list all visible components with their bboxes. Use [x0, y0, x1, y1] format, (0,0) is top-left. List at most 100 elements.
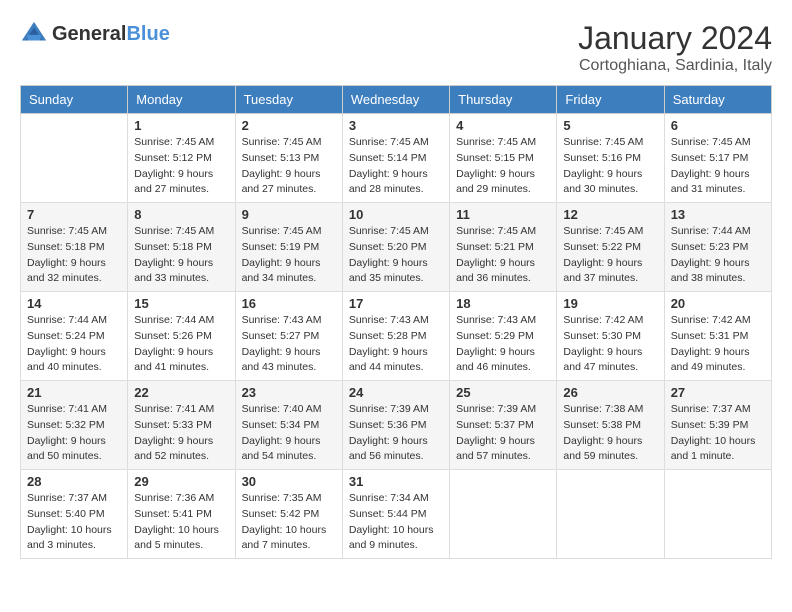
- day-number: 30: [242, 474, 336, 489]
- header-day-thursday: Thursday: [450, 86, 557, 114]
- day-info: Sunrise: 7:36 AMSunset: 5:41 PMDaylight:…: [134, 491, 228, 554]
- day-info: Sunrise: 7:45 AMSunset: 5:14 PMDaylight:…: [349, 135, 443, 198]
- day-info: Sunrise: 7:45 AMSunset: 5:20 PMDaylight:…: [349, 224, 443, 287]
- day-number: 5: [563, 118, 657, 133]
- day-number: 14: [27, 296, 121, 311]
- page-header: GeneralBlue January 2024 Cortoghiana, Sa…: [20, 20, 772, 75]
- day-number: 13: [671, 207, 765, 222]
- calendar-cell: [664, 470, 771, 559]
- week-row-4: 28 Sunrise: 7:37 AMSunset: 5:40 PMDayligh…: [21, 470, 772, 559]
- calendar-cell: 28 Sunrise: 7:37 AMSunset: 5:40 PMDayligh…: [21, 470, 128, 559]
- day-info: Sunrise: 7:42 AMSunset: 5:30 PMDaylight:…: [563, 313, 657, 376]
- day-info: Sunrise: 7:45 AMSunset: 5:16 PMDaylight:…: [563, 135, 657, 198]
- day-info: Sunrise: 7:45 AMSunset: 5:13 PMDaylight:…: [242, 135, 336, 198]
- calendar-cell: 7 Sunrise: 7:45 AMSunset: 5:18 PMDaylight…: [21, 203, 128, 292]
- logo-blue-text: Blue: [126, 23, 169, 45]
- header-day-friday: Friday: [557, 86, 664, 114]
- calendar-cell: 18Sunrise: 7:43 AMSunset: 5:29 PMDayligh…: [450, 292, 557, 381]
- calendar-cell: 14 Sunrise: 7:44 AMSunset: 5:24 PMDayligh…: [21, 292, 128, 381]
- calendar-cell: 20 Sunrise: 7:42 AMSunset: 5:31 PMDayligh…: [664, 292, 771, 381]
- calendar-cell: 15 Sunrise: 7:44 AMSunset: 5:26 PMDayligh…: [128, 292, 235, 381]
- logo-general-text: General: [52, 23, 126, 45]
- day-info: Sunrise: 7:45 AMSunset: 5:22 PMDaylight:…: [563, 224, 657, 287]
- calendar-cell: 4 Sunrise: 7:45 AMSunset: 5:15 PMDaylight…: [450, 114, 557, 203]
- day-number: 29: [134, 474, 228, 489]
- calendar-cell: 8 Sunrise: 7:45 AMSunset: 5:18 PMDaylight…: [128, 203, 235, 292]
- day-info: Sunrise: 7:44 AMSunset: 5:24 PMDaylight:…: [27, 313, 121, 376]
- day-info: Sunrise: 7:39 AMSunset: 5:36 PMDaylight:…: [349, 402, 443, 465]
- day-info: Sunrise: 7:38 AMSunset: 5:38 PMDaylight:…: [563, 402, 657, 465]
- day-number: 16: [242, 296, 336, 311]
- day-info: Sunrise: 7:45 AMSunset: 5:18 PMDaylight:…: [134, 224, 228, 287]
- day-number: 1: [134, 118, 228, 133]
- logo-icon: [20, 20, 48, 48]
- calendar-cell: 17 Sunrise: 7:43 AMSunset: 5:28 PMDayligh…: [342, 292, 449, 381]
- calendar-header: SundayMondayTuesdayWednesdayThursdayFrid…: [21, 86, 772, 114]
- day-number: 11: [456, 207, 550, 222]
- day-number: 19: [563, 296, 657, 311]
- calendar-cell: [21, 114, 128, 203]
- calendar-cell: 12 Sunrise: 7:45 AMSunset: 5:22 PMDayligh…: [557, 203, 664, 292]
- day-number: 15: [134, 296, 228, 311]
- day-number: 7: [27, 207, 121, 222]
- day-number: 28: [27, 474, 121, 489]
- day-number: 17: [349, 296, 443, 311]
- day-number: 26: [563, 385, 657, 400]
- calendar-cell: [450, 470, 557, 559]
- day-number: 27: [671, 385, 765, 400]
- day-info: Sunrise: 7:44 AMSunset: 5:26 PMDaylight:…: [134, 313, 228, 376]
- calendar-cell: 31 Sunrise: 7:34 AMSunset: 5:44 PMDayligh…: [342, 470, 449, 559]
- day-info: Sunrise: 7:45 AMSunset: 5:15 PMDaylight:…: [456, 135, 550, 198]
- day-number: 12: [563, 207, 657, 222]
- calendar-cell: 26 Sunrise: 7:38 AMSunset: 5:38 PMDayligh…: [557, 381, 664, 470]
- calendar-cell: 9 Sunrise: 7:45 AMSunset: 5:19 PMDaylight…: [235, 203, 342, 292]
- day-number: 20: [671, 296, 765, 311]
- day-number: 31: [349, 474, 443, 489]
- calendar-cell: 27Sunrise: 7:37 AMSunset: 5:39 PMDayligh…: [664, 381, 771, 470]
- calendar-cell: 16 Sunrise: 7:43 AMSunset: 5:27 PMDayligh…: [235, 292, 342, 381]
- day-info: Sunrise: 7:45 AMSunset: 5:18 PMDaylight:…: [27, 224, 121, 287]
- day-info: Sunrise: 7:39 AMSunset: 5:37 PMDaylight:…: [456, 402, 550, 465]
- day-info: Sunrise: 7:42 AMSunset: 5:31 PMDaylight:…: [671, 313, 765, 376]
- day-info: Sunrise: 7:40 AMSunset: 5:34 PMDaylight:…: [242, 402, 336, 465]
- day-number: 21: [27, 385, 121, 400]
- day-info: Sunrise: 7:45 AMSunset: 5:21 PMDaylight:…: [456, 224, 550, 287]
- week-row-3: 21 Sunrise: 7:41 AMSunset: 5:32 PMDayligh…: [21, 381, 772, 470]
- header-day-monday: Monday: [128, 86, 235, 114]
- day-info: Sunrise: 7:45 AMSunset: 5:19 PMDaylight:…: [242, 224, 336, 287]
- day-number: 4: [456, 118, 550, 133]
- day-info: Sunrise: 7:43 AMSunset: 5:28 PMDaylight:…: [349, 313, 443, 376]
- calendar-cell: 3Sunrise: 7:45 AMSunset: 5:14 PMDaylight…: [342, 114, 449, 203]
- month-title: January 2024: [578, 20, 772, 57]
- calendar-cell: 10Sunrise: 7:45 AMSunset: 5:20 PMDayligh…: [342, 203, 449, 292]
- calendar-cell: 13Sunrise: 7:44 AMSunset: 5:23 PMDayligh…: [664, 203, 771, 292]
- day-number: 25: [456, 385, 550, 400]
- day-info: Sunrise: 7:43 AMSunset: 5:27 PMDaylight:…: [242, 313, 336, 376]
- day-number: 8: [134, 207, 228, 222]
- calendar-table: SundayMondayTuesdayWednesdayThursdayFrid…: [20, 85, 772, 559]
- day-info: Sunrise: 7:37 AMSunset: 5:40 PMDaylight:…: [27, 491, 121, 554]
- calendar-cell: 25 Sunrise: 7:39 AMSunset: 5:37 PMDayligh…: [450, 381, 557, 470]
- day-number: 22: [134, 385, 228, 400]
- location-subtitle: Cortoghiana, Sardinia, Italy: [578, 57, 772, 75]
- day-number: 24: [349, 385, 443, 400]
- week-row-1: 7 Sunrise: 7:45 AMSunset: 5:18 PMDaylight…: [21, 203, 772, 292]
- calendar-cell: 1Sunrise: 7:45 AMSunset: 5:12 PMDaylight…: [128, 114, 235, 203]
- header-day-tuesday: Tuesday: [235, 86, 342, 114]
- calendar-cell: 23 Sunrise: 7:40 AMSunset: 5:34 PMDayligh…: [235, 381, 342, 470]
- day-info: Sunrise: 7:34 AMSunset: 5:44 PMDaylight:…: [349, 491, 443, 554]
- day-info: Sunrise: 7:41 AMSunset: 5:33 PMDaylight:…: [134, 402, 228, 465]
- day-number: 6: [671, 118, 765, 133]
- calendar-cell: 2 Sunrise: 7:45 AMSunset: 5:13 PMDaylight…: [235, 114, 342, 203]
- day-number: 9: [242, 207, 336, 222]
- day-info: Sunrise: 7:45 AMSunset: 5:17 PMDaylight:…: [671, 135, 765, 198]
- calendar-cell: 19 Sunrise: 7:42 AMSunset: 5:30 PMDayligh…: [557, 292, 664, 381]
- day-number: 23: [242, 385, 336, 400]
- calendar-cell: 6 Sunrise: 7:45 AMSunset: 5:17 PMDaylight…: [664, 114, 771, 203]
- day-info: Sunrise: 7:41 AMSunset: 5:32 PMDaylight:…: [27, 402, 121, 465]
- day-number: 2: [242, 118, 336, 133]
- header-row: SundayMondayTuesdayWednesdayThursdayFrid…: [21, 86, 772, 114]
- week-row-2: 14 Sunrise: 7:44 AMSunset: 5:24 PMDayligh…: [21, 292, 772, 381]
- header-day-sunday: Sunday: [21, 86, 128, 114]
- week-row-0: 1Sunrise: 7:45 AMSunset: 5:12 PMDaylight…: [21, 114, 772, 203]
